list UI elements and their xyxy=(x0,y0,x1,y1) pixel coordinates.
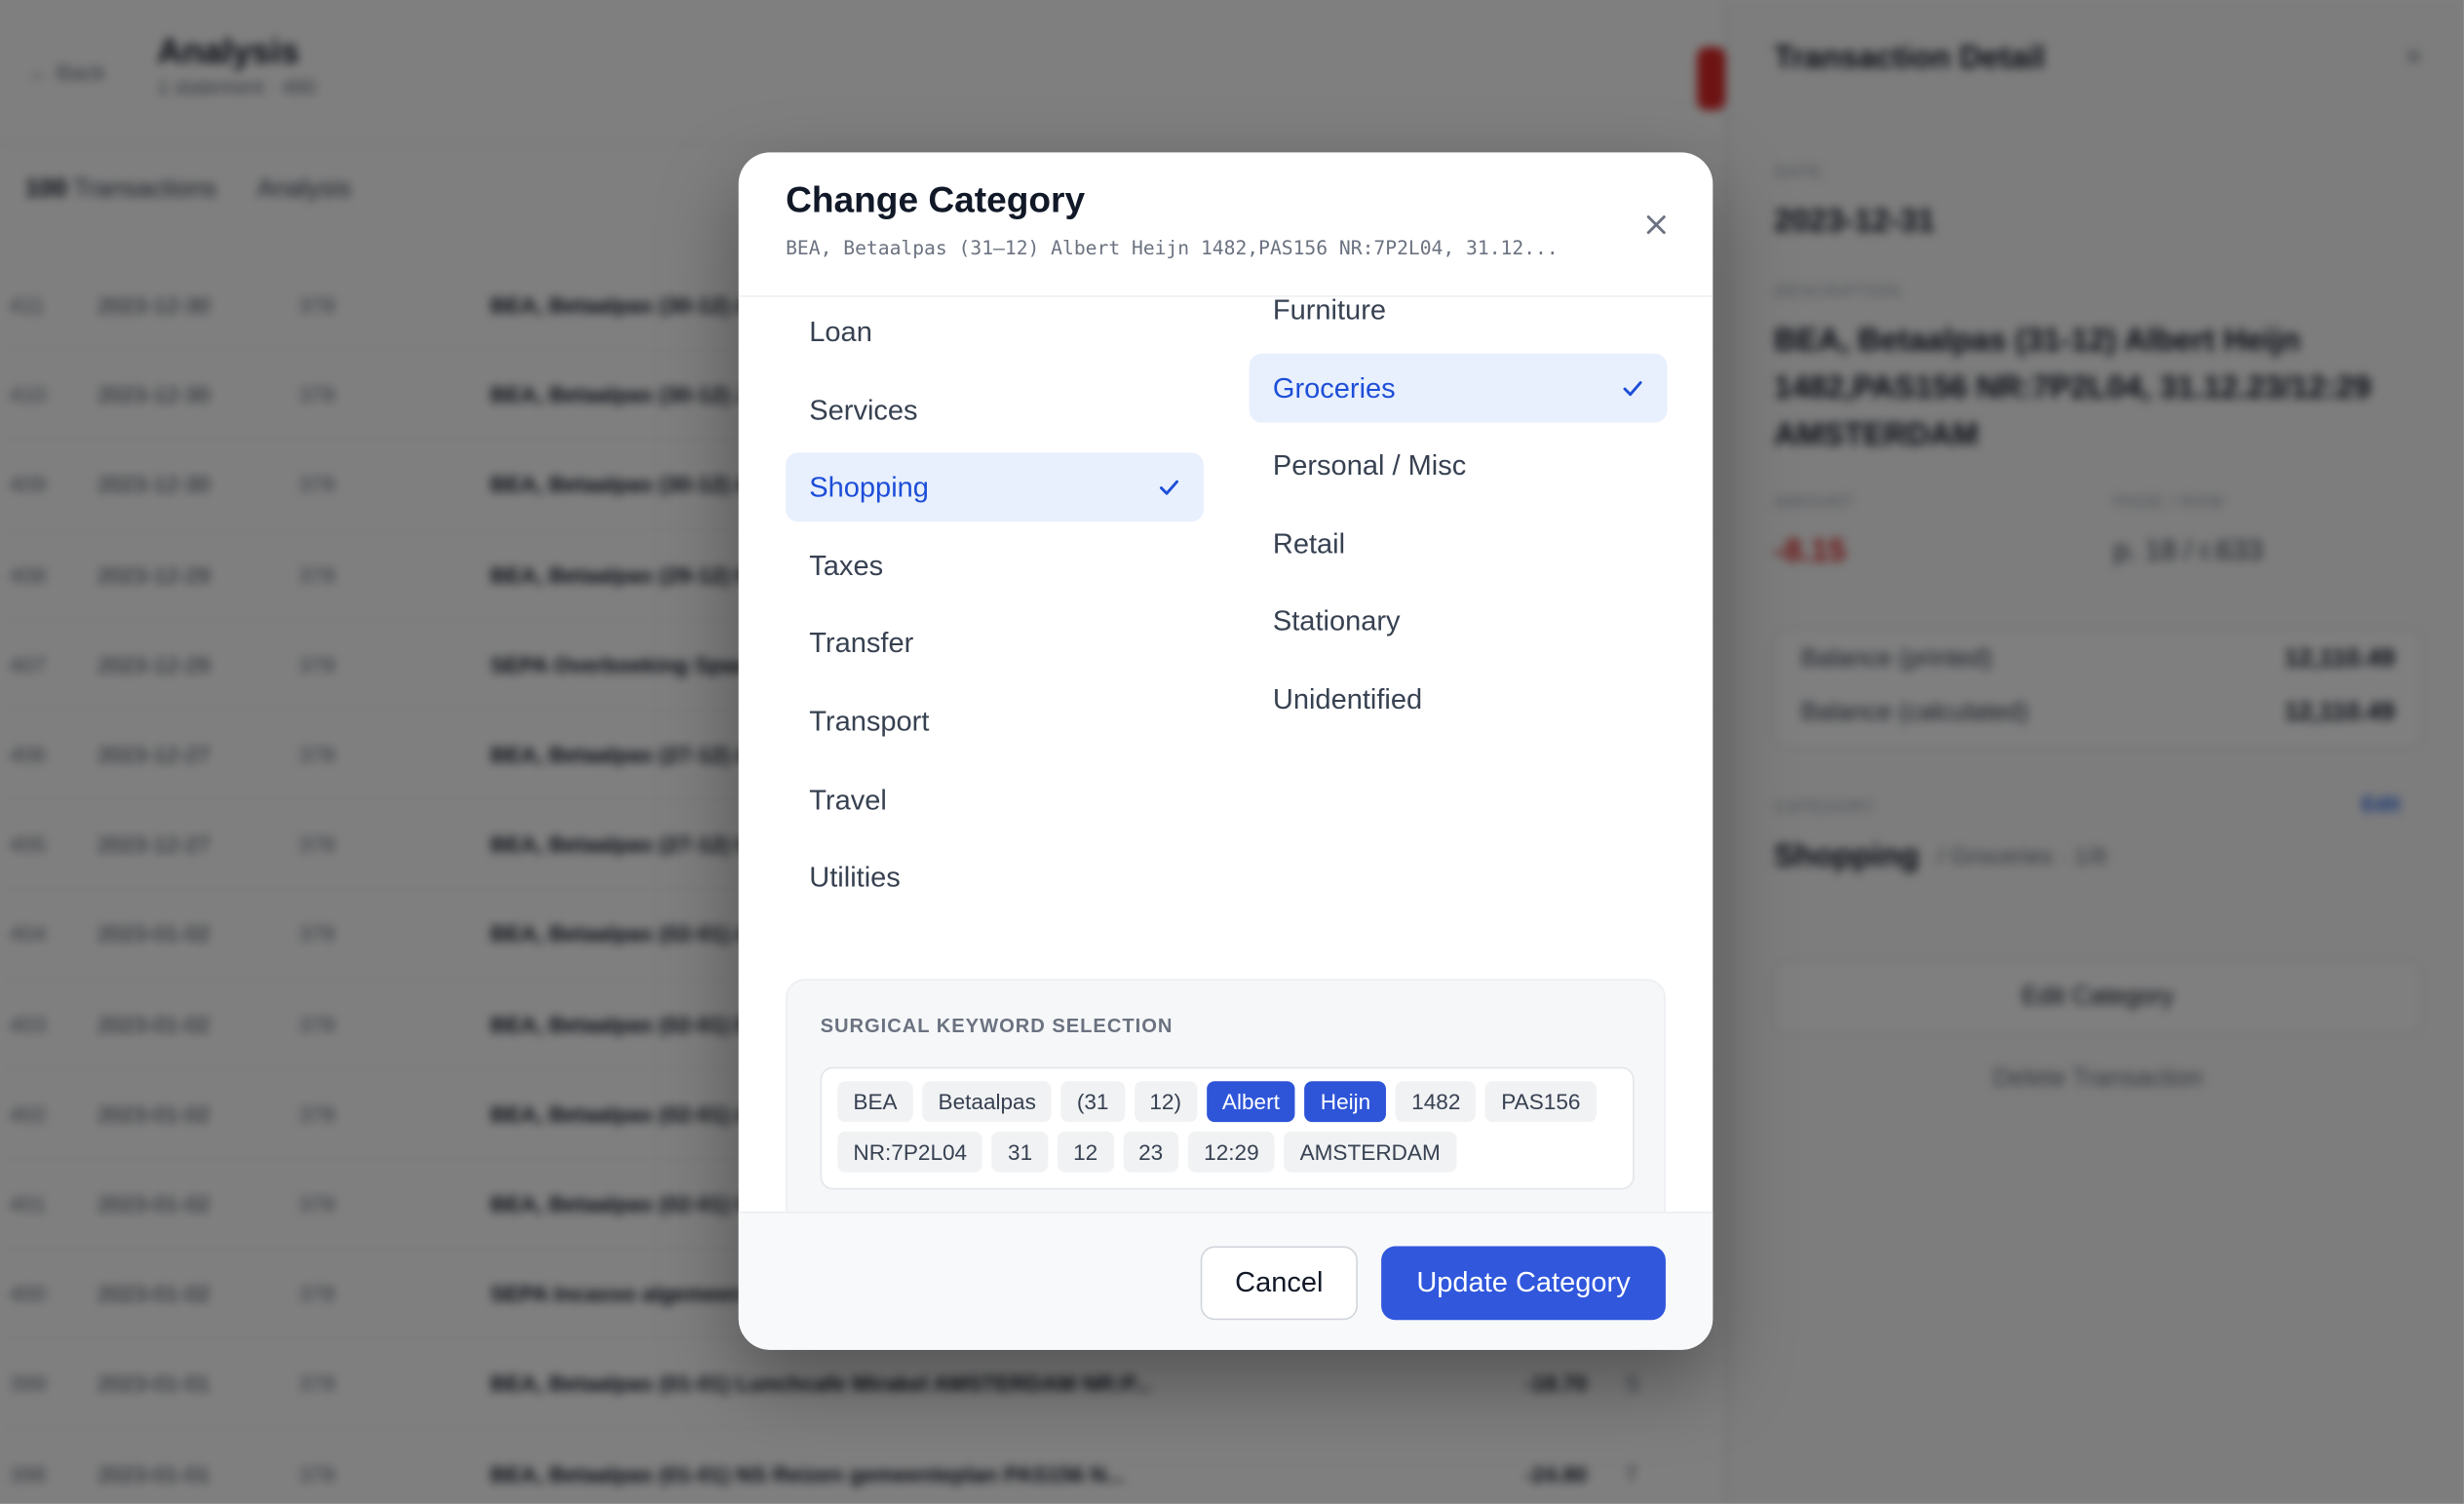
close-icon[interactable] xyxy=(1637,206,1675,244)
checkmark-icon xyxy=(1159,480,1178,495)
subcategory-item-personal-misc[interactable]: Personal / Misc xyxy=(1250,431,1668,500)
keyword-chip[interactable]: (31 xyxy=(1060,1081,1125,1123)
keyword-chip[interactable]: PAS156 xyxy=(1485,1081,1597,1123)
dialog-title: Change Category xyxy=(786,178,1086,220)
category-item-taxes[interactable]: Taxes xyxy=(786,531,1204,600)
keyword-chip[interactable]: Heijn xyxy=(1304,1081,1387,1123)
transaction-description: BEA, Betaalpas (31–12) Albert Heijn 1482… xyxy=(786,237,1559,260)
keyword-chip[interactable]: 12 xyxy=(1057,1131,1114,1173)
category-item-label: Loan xyxy=(809,316,872,348)
subcategory-item-groceries[interactable]: Groceries xyxy=(1249,353,1668,423)
keyword-chip[interactable]: 23 xyxy=(1122,1131,1179,1173)
keyword-chip[interactable]: 12) xyxy=(1134,1081,1198,1123)
category-item-travel[interactable]: Travel xyxy=(786,764,1204,833)
keyword-chip[interactable]: 31 xyxy=(991,1131,1049,1173)
category-item-label: Utilities xyxy=(809,861,901,893)
category-item-label: Transfer xyxy=(809,627,914,660)
subcategory-item-label: Personal / Misc xyxy=(1272,449,1467,482)
category-item-label: Travel xyxy=(809,783,887,816)
keyword-chip[interactable]: NR:7P2L04 xyxy=(837,1131,983,1173)
keyword-section-title: SURGICAL KEYWORD SELECTION xyxy=(820,1015,1174,1038)
keyword-chip[interactable]: Betaalpas xyxy=(922,1081,1053,1123)
category-item-transfer[interactable]: Transfer xyxy=(786,609,1204,678)
app-window: ← Back Analysis 1 statement · 480 100Tra… xyxy=(0,0,2464,1504)
keyword-chip-area: BEA Betaalpas (31 12) Albert Heijn 1482 PAS156 N… xyxy=(820,1066,1635,1190)
subcategory-item-label: Furniture xyxy=(1272,293,1387,326)
category-item-services[interactable]: Services xyxy=(786,375,1204,444)
dialog-footer: Cancel Update Category xyxy=(738,1212,1713,1350)
subcategory-item-label: Retail xyxy=(1272,527,1346,559)
subcategory-item-unidentified[interactable]: Unidentified xyxy=(1250,665,1668,734)
category-list: Loan Services Shopping Taxes Transfer Transpo… xyxy=(786,297,1204,921)
checkmark-icon xyxy=(1623,380,1642,396)
category-item-transport[interactable]: Transport xyxy=(786,686,1204,755)
category-item-shopping[interactable]: Shopping xyxy=(786,452,1204,522)
category-item-label: Shopping xyxy=(809,471,929,504)
category-item-label: Transport xyxy=(809,705,930,738)
subcategory-list: Furniture Groceries Personal / Misc Retail S… xyxy=(1249,275,1668,743)
subcategory-item-furniture[interactable]: Furniture xyxy=(1250,275,1668,344)
update-category-button[interactable]: Update Category xyxy=(1381,1246,1666,1321)
cancel-button[interactable]: Cancel xyxy=(1200,1246,1358,1321)
keyword-chip[interactable]: AMSTERDAM xyxy=(1284,1131,1456,1173)
keyword-chip[interactable]: 1482 xyxy=(1396,1081,1477,1123)
category-item-utilities[interactable]: Utilities xyxy=(786,842,1204,911)
subcategory-item-retail[interactable]: Retail xyxy=(1250,509,1668,578)
subcategory-item-label: Stationary xyxy=(1272,605,1401,637)
subcategory-item-label: Unidentified xyxy=(1272,683,1423,715)
change-category-dialog: Change Category BEA, Betaalpas (31–12) A… xyxy=(738,152,1713,1350)
subcategory-item-stationary[interactable]: Stationary xyxy=(1250,587,1668,656)
keyword-chip[interactable]: Albert xyxy=(1206,1081,1296,1123)
category-item-loan[interactable]: Loan xyxy=(786,297,1204,366)
keyword-chip[interactable]: 12:29 xyxy=(1188,1131,1275,1173)
keyword-chip[interactable]: BEA xyxy=(837,1081,913,1123)
subcategory-item-label: Groceries xyxy=(1272,371,1396,404)
category-item-label: Taxes xyxy=(809,549,884,582)
category-item-label: Services xyxy=(809,394,918,426)
